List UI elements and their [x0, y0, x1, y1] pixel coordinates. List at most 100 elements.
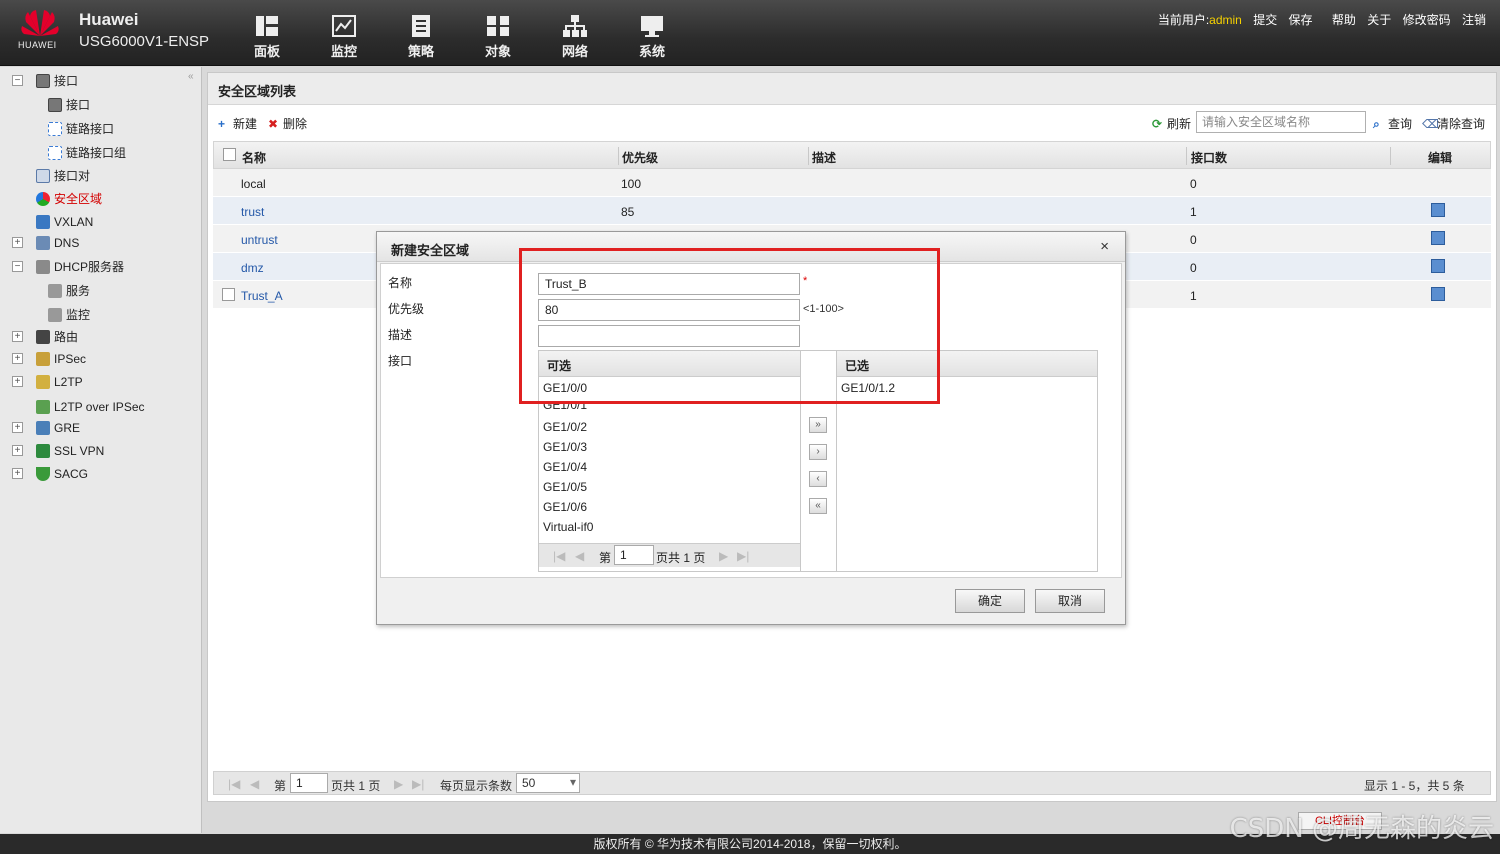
expand-tree-icon[interactable]: +	[12, 331, 23, 342]
sidebar-item-link-interface-group[interactable]: 链路接口组	[48, 143, 126, 163]
expand-tree-icon[interactable]: +	[12, 376, 23, 387]
sidebar-item-l2tp-over-ipsec[interactable]: L2TP over IPSec	[36, 397, 145, 417]
page-suffix: 页共 1 页	[656, 551, 706, 565]
sidebar-item-route[interactable]: + 路由	[12, 327, 78, 347]
edit-icon[interactable]	[1431, 259, 1445, 273]
refresh-button[interactable]: ⟳ 刷新	[1152, 115, 1191, 132]
nav-label: 策略	[407, 44, 434, 59]
sidebar-item-dns[interactable]: + DNS	[12, 233, 79, 253]
first-page-icon[interactable]: |◀	[228, 777, 240, 791]
user-bar: 当前用户:admin 提交 保存 帮助 关于 修改密码 注销	[1158, 11, 1486, 28]
expand-tree-icon[interactable]: +	[12, 237, 23, 248]
ok-button[interactable]: 确定	[955, 589, 1025, 613]
page-input[interactable]: 1	[290, 773, 328, 793]
next-page-icon[interactable]: ▶	[719, 549, 728, 563]
query-button[interactable]: ⌕ 查询	[1373, 115, 1412, 132]
clear-query-button[interactable]: ⌫清除查询	[1422, 115, 1485, 132]
nav-monitor[interactable]: 监控	[316, 14, 372, 60]
move-left-button[interactable]: ‹	[809, 471, 827, 487]
zone-name: local	[241, 177, 266, 191]
expand-tree-icon[interactable]: +	[12, 468, 23, 479]
l2tp-icon	[36, 375, 50, 389]
expand-tree-icon[interactable]: +	[12, 353, 23, 364]
change-password-link[interactable]: 修改密码	[1403, 13, 1451, 27]
move-all-left-button[interactable]: «	[809, 498, 827, 514]
sidebar-item-service[interactable]: 服务	[48, 281, 90, 301]
list-item[interactable]: GE1/0/2	[539, 417, 800, 437]
zone-name[interactable]: trust	[241, 205, 264, 219]
logout-link[interactable]: 注销	[1462, 13, 1486, 27]
submit-link[interactable]: 提交	[1253, 13, 1277, 27]
cancel-button[interactable]: 取消	[1035, 589, 1105, 613]
col-name[interactable]: 名称	[242, 149, 266, 166]
priority-label: 优先级	[388, 302, 425, 316]
help-link[interactable]: 帮助	[1332, 13, 1356, 27]
interface-icon	[36, 74, 50, 88]
close-icon[interactable]: ×	[1100, 238, 1109, 255]
list-item[interactable]: GE1/0/4	[539, 457, 800, 477]
sidebar-item-ssl-vpn[interactable]: + SSL VPN	[12, 441, 104, 461]
list-item[interactable]: GE1/0/5	[539, 477, 800, 497]
nav-network[interactable]: 网络	[547, 14, 603, 60]
first-page-icon[interactable]: |◀	[553, 549, 565, 563]
new-label: 新建	[233, 117, 258, 131]
select-all-checkbox[interactable]	[223, 148, 236, 161]
list-item[interactable]: GE1/0/6	[539, 497, 800, 517]
sidebar-item-interface-pair[interactable]: 接口对	[36, 166, 90, 186]
about-link[interactable]: 关于	[1367, 13, 1391, 27]
sidebar-item-monitor[interactable]: 监控	[48, 305, 90, 325]
sidebar-item-gre[interactable]: + GRE	[12, 418, 80, 438]
list-item[interactable]: Virtual-if0	[539, 517, 800, 537]
sidebar-item-sacg[interactable]: + SACG	[12, 464, 88, 484]
expand-tree-icon[interactable]: +	[12, 445, 23, 456]
nav-dashboard[interactable]: 面板	[239, 14, 295, 60]
sidebar-item-link-interface[interactable]: 链路接口	[48, 119, 114, 139]
last-page-icon[interactable]: ▶|	[737, 549, 749, 563]
search-input[interactable]	[1196, 111, 1366, 133]
collapse-icon[interactable]: «	[188, 71, 194, 82]
edit-icon[interactable]	[1431, 287, 1445, 301]
nav-object[interactable]: 对象	[470, 14, 526, 60]
zone-interface-count: 0	[1190, 177, 1197, 191]
table-row[interactable]: trust 85 1	[213, 197, 1491, 225]
prev-page-icon[interactable]: ◀	[575, 549, 584, 563]
sidebar-item-l2tp[interactable]: + L2TP	[12, 372, 83, 392]
move-all-right-button[interactable]: »	[809, 417, 827, 433]
table-row[interactable]: local 100 0	[213, 169, 1491, 197]
zone-name[interactable]: Trust_A	[241, 289, 283, 303]
sidebar-item-ipsec[interactable]: + IPSec	[12, 349, 86, 369]
edit-icon[interactable]	[1431, 231, 1445, 245]
expand-tree-icon[interactable]: +	[12, 422, 23, 433]
sidebar-item-security-zone[interactable]: 安全区域	[36, 189, 102, 209]
col-interface-count[interactable]: 接口数	[1191, 149, 1227, 166]
new-button[interactable]: + 新建	[218, 115, 257, 132]
sidebar-item-interface[interactable]: − 接口	[12, 71, 78, 91]
zone-name[interactable]: untrust	[241, 233, 278, 247]
interface-label: 接口	[388, 354, 413, 368]
next-page-icon[interactable]: ▶	[394, 777, 403, 791]
nav-system[interactable]: 系统	[624, 14, 680, 60]
sidebar-item-label: L2TP over IPSec	[54, 400, 145, 414]
col-priority[interactable]: 优先级	[622, 149, 658, 166]
sidebar-item-interface-sub[interactable]: 接口	[48, 95, 90, 115]
zone-name[interactable]: dmz	[241, 261, 264, 275]
nav-label: 网络	[561, 44, 588, 59]
last-page-icon[interactable]: ▶|	[412, 777, 424, 791]
edit-icon[interactable]	[1431, 203, 1445, 217]
delete-button[interactable]: ✖ 删除	[268, 115, 307, 132]
sidebar-item-dhcp[interactable]: − DHCP服务器	[12, 257, 124, 277]
per-page-select[interactable]: 50 ▾	[516, 773, 580, 793]
col-desc[interactable]: 描述	[812, 149, 836, 166]
collapse-tree-icon[interactable]: −	[12, 261, 23, 272]
nav-policy[interactable]: 策略	[393, 14, 449, 60]
row-checkbox[interactable]	[222, 288, 235, 301]
sidebar-item-vxlan[interactable]: VXLAN	[36, 212, 93, 232]
prev-page-icon[interactable]: ◀	[250, 777, 259, 791]
list-item[interactable]: GE1/0/3	[539, 437, 800, 457]
collapse-tree-icon[interactable]: −	[12, 75, 23, 86]
ipsec-icon	[36, 352, 50, 366]
move-right-button[interactable]: ›	[809, 444, 827, 460]
save-link[interactable]: 保存	[1289, 13, 1313, 27]
page-input[interactable]: 1	[614, 545, 654, 565]
gre-icon	[36, 421, 50, 435]
